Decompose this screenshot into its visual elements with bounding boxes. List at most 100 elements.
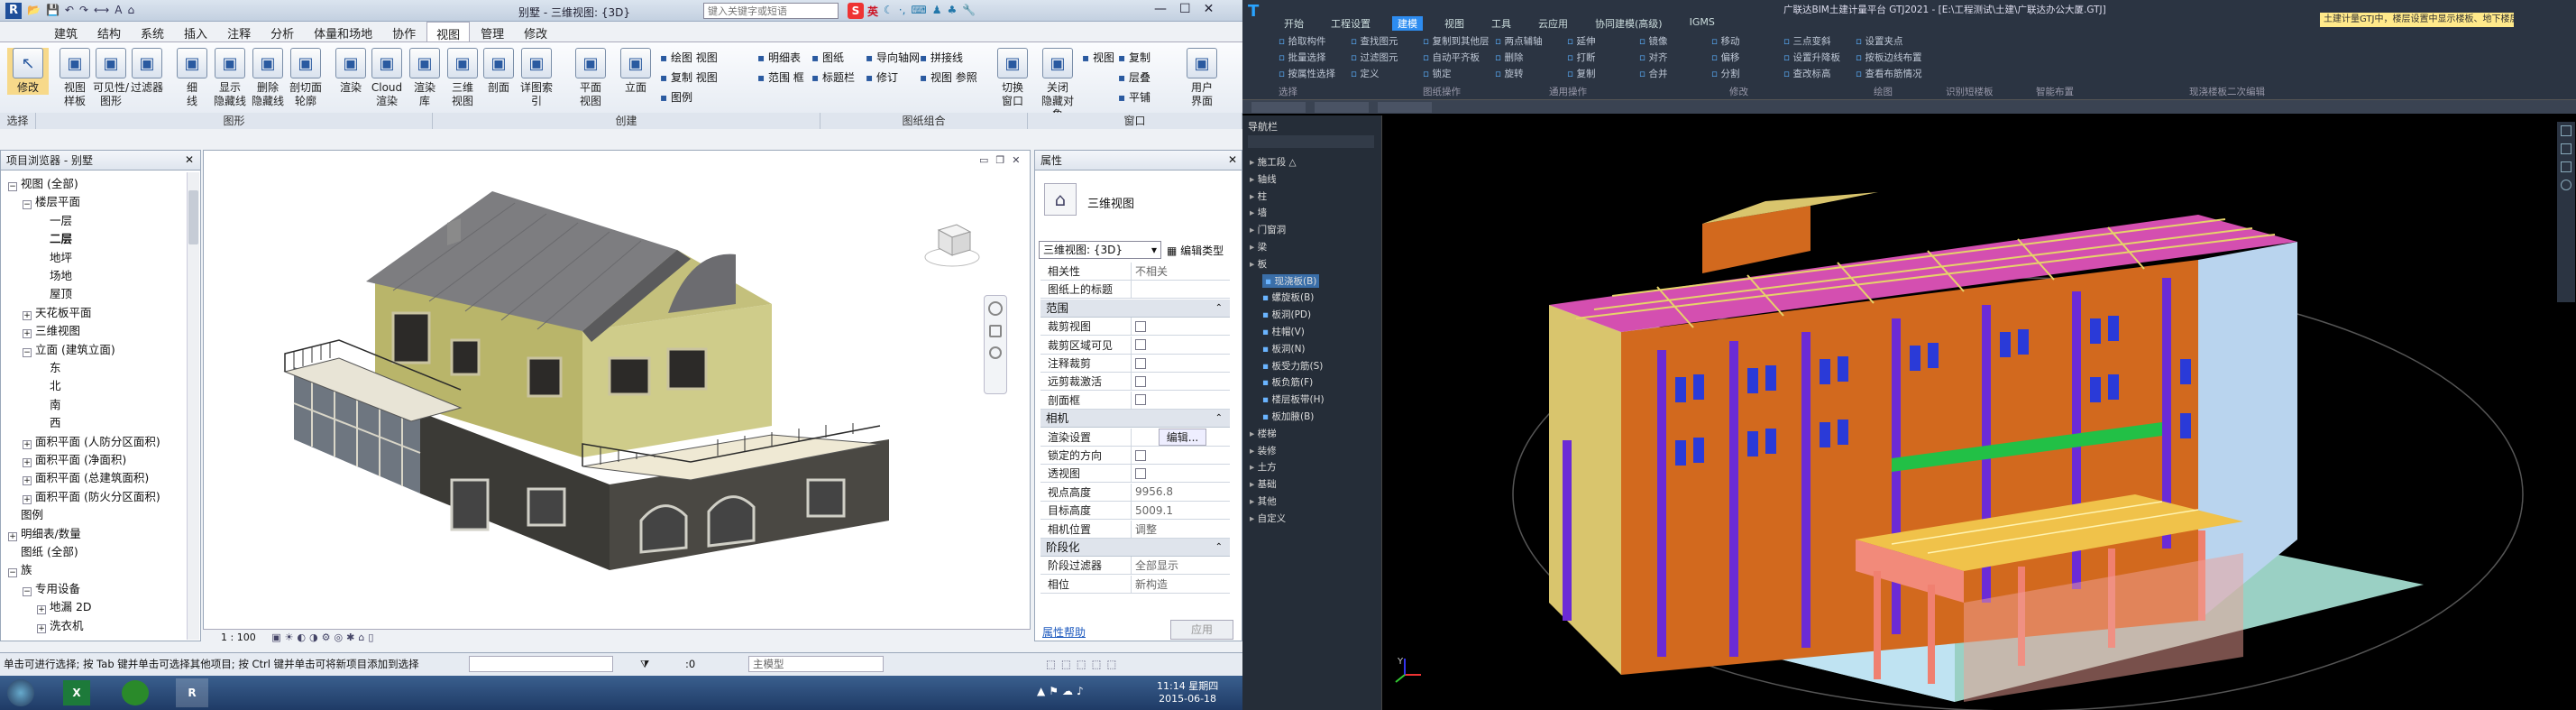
help-search-input[interactable] [704,4,830,18]
clock[interactable]: 11:14 星期四 2015-06-18 [1157,678,1218,705]
gtj-nav-item-18[interactable]: ▸ 土方 [1250,460,1277,474]
gtj-tab-0[interactable]: 开始 [1279,16,1309,31]
tree-item-23[interactable]: + 地漏 2D [37,597,92,615]
ribbon-small-13[interactable]: ▪ 层叠 [1118,69,1150,85]
gtj-nav-item-10[interactable]: ▪ 柱帽(V) [1262,325,1305,338]
gtj-cmd-10[interactable]: ▫ 删除 [1495,51,1523,64]
gtj-cmd-3[interactable]: ▫ 查找图元 [1351,34,1398,48]
edit-type-button[interactable]: ▦ 编辑类型 [1167,243,1224,258]
gtj-cmd-15[interactable]: ▫ 镜像 [1639,34,1667,48]
tree-toggle-icon[interactable]: + [37,623,46,633]
redo-icon[interactable]: ↷ [79,4,88,16]
filter-icon-status[interactable]: ⧩ [640,653,649,675]
prop-value[interactable]: 5009.1 [1131,502,1230,520]
gtj-cmd-18[interactable]: ▫ 移动 [1711,34,1739,48]
ribbon-button-13[interactable]: ▣ 详图索引 [516,48,557,108]
tree-item-9[interactable]: − 立面 (建筑立面) [23,340,115,357]
tree-item-14[interactable]: + 面积平面 (人防分区面积) [23,432,160,449]
gtj-cmd-2[interactable]: ▫ 按属性选择 [1279,67,1335,80]
tab-9[interactable]: 管理 [472,22,513,43]
gtj-cmd-22[interactable]: ▫ 设置升降板 [1783,51,1840,64]
gtj-nav-item-19[interactable]: ▸ 基础 [1250,477,1277,491]
tab-7[interactable]: 协作 [383,22,425,43]
ribbon-small-10[interactable]: ▪ 拼接线 [920,50,963,65]
component-select[interactable] [1378,102,1432,113]
ribbon-small-12[interactable]: ▪ 复制 [1118,50,1150,65]
model-select[interactable]: 主模型 [748,656,884,672]
project-browser-close-icon[interactable]: ✕ [185,153,194,166]
ribbon-small-7[interactable]: ▪ 修订 [866,69,898,85]
prop-checkbox[interactable] [1135,449,1146,461]
ribbon-button-12[interactable]: ▣ 剖面 [478,48,519,95]
house-3d-model[interactable] [267,169,952,620]
ribbon-button-5[interactable]: ▣ 显示 隐藏线 [209,48,251,108]
gtj-nav-item-6[interactable]: ▸ 板 [1250,257,1267,271]
view-3d-icon[interactable] [2561,161,2571,172]
excel-taskbar-icon[interactable]: X [63,680,90,705]
ribbon-button-10[interactable]: ▣ 渲染 库 [404,48,445,108]
gtj-nav-item-0[interactable]: ▸ 施工段 △ [1250,155,1297,169]
gtj-cmd-13[interactable]: ▫ 打断 [1567,51,1595,64]
gtj-cmd-20[interactable]: ▫ 分割 [1711,67,1739,80]
tree-item-3[interactable]: 二层 [37,229,72,246]
gtj-nav-toolbar[interactable] [1248,135,1374,148]
tree-item-17[interactable]: + 面积平面 (防火分区面积) [23,487,160,504]
open-icon[interactable]: 📂 [27,4,41,16]
status-tool-icons[interactable]: ⬚⬚⬚⬚⬚ [1046,653,1122,675]
tree-item-13[interactable]: 西 [37,413,61,430]
component-type-select[interactable] [1315,102,1369,113]
tree-item-6[interactable]: 屋顶 [37,284,72,301]
ribbon-button-9[interactable]: ▣ Cloud 渲染 [366,48,408,108]
prop-checkbox[interactable] [1135,320,1146,332]
prop-value[interactable]: 调整 [1131,520,1230,538]
gtj-nav-item-12[interactable]: ▪ 板受力筋(S) [1262,359,1323,373]
tree-item-19[interactable]: + 明细表/数量 [8,524,81,541]
ribbon-button-6[interactable]: ▣ 删除 隐藏线 [247,48,289,108]
view-top-icon[interactable] [2561,125,2571,136]
tree-item-15[interactable]: + 面积平面 (净面积) [23,450,126,467]
tray-icons[interactable]: ▲⚑☁♪ [1037,685,1087,697]
ribbon-button-14[interactable]: ▣ 平面 视图 [570,48,611,108]
gtj-nav-item-14[interactable]: ▪ 楼层板带(H) [1262,392,1325,406]
gtj-tab-7[interactable]: IGMS [1684,16,1720,31]
ribbon-button-17[interactable]: ▣关闭 隐藏对象 [1037,48,1078,122]
prop-value[interactable]: 9956.8 [1131,483,1230,501]
tree-item-11[interactable]: 北 [37,376,61,393]
ribbon-button-15[interactable]: ▣ 立面 [615,48,656,95]
view-front-icon[interactable] [2561,143,2571,154]
tree-toggle-icon[interactable]: + [23,494,32,504]
gtj-tab-5[interactable]: 云应用 [1533,16,1573,31]
tree-item-10[interactable]: 东 [37,358,61,375]
ribbon-small-9[interactable]: ▪ 导向轴网 [866,50,920,65]
gtj-nav-item-8[interactable]: ▪ 螺旋板(B) [1262,290,1314,304]
browser-taskbar-icon[interactable] [122,680,149,705]
tree-item-18[interactable]: 图例 [8,505,43,522]
tree-item-7[interactable]: + 天花板平面 [23,303,92,320]
tree-toggle-icon[interactable]: − [8,568,17,578]
gtj-nav-item-9[interactable]: ▪ 板洞(PD) [1262,308,1311,321]
gtj-cmd-4[interactable]: ▫ 过滤图元 [1351,51,1398,64]
gtj-cmd-0[interactable]: ▫ 拾取构件 [1279,34,1325,48]
tab-10[interactable]: 修改 [515,22,556,43]
save-icon[interactable]: 💾 [46,4,60,16]
prop-value[interactable] [1131,447,1230,464]
gtj-nav-item-4[interactable]: ▸ 门窗洞 [1250,223,1286,236]
tree-item-2[interactable]: 一层 [37,211,72,228]
prop-section-2[interactable]: 范围 ⌃ [1040,299,1230,318]
gtj-tab-4[interactable]: 工具 [1486,16,1517,31]
gtj-cmd-24[interactable]: ▫ 设置夹点 [1856,34,1902,48]
tab-0[interactable]: 建筑 [45,22,87,43]
tab-4[interactable]: 注释 [218,22,260,43]
gtj-cmd-6[interactable]: ▫ 复制到其他层 [1423,34,1489,48]
gtj-nav-item-15[interactable]: ▪ 板加腋(B) [1262,410,1314,423]
collapse-icon[interactable]: ⌃ [1215,410,1223,428]
gtj-cmd-23[interactable]: ▫ 查改标高 [1783,67,1830,80]
minimize-icon[interactable]: — [1154,2,1167,16]
tree-toggle-icon[interactable]: + [37,605,46,615]
prop-value[interactable]: 不相关 [1131,263,1230,280]
gtj-cmd-1[interactable]: ▫ 批量选择 [1279,51,1325,64]
zoom-icon[interactable] [989,325,1002,337]
ribbon-small-6[interactable]: ▪ 标题栏 [811,69,855,85]
prop-checkbox[interactable] [1135,357,1146,369]
tree-toggle-icon[interactable]: + [8,531,17,541]
